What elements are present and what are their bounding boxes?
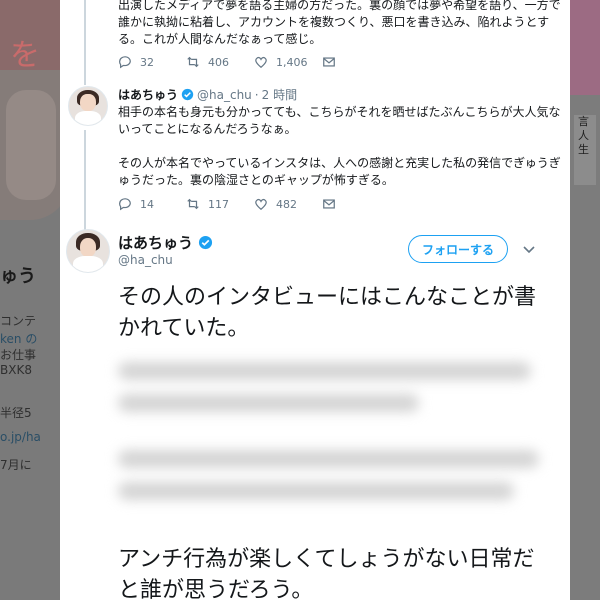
envelope-icon — [322, 55, 336, 69]
thread-tweet-text: 出演したメディアで夢を語る主婦の方だった。裏の顔では夢や希望を語り、一方で誰かに… — [118, 0, 561, 46]
like-button[interactable]: 482 — [254, 197, 322, 211]
chevron-down-icon[interactable] — [521, 241, 537, 257]
retweet-icon — [186, 197, 200, 211]
separator-dot: · — [254, 87, 259, 102]
avatar[interactable] — [68, 86, 108, 126]
verified-badge-icon — [198, 235, 213, 250]
heart-icon — [254, 197, 268, 211]
main-tweet-text-top: その人のインタビューにはこんなことが書かれていた。 — [118, 285, 537, 341]
retweet-icon — [186, 55, 200, 69]
background-ad-card: 言 人 生 — [574, 115, 596, 185]
main-tweet-text-bottom: アンチ行為が楽しくてしょうがない日常だと誰が思うだろう。 — [118, 547, 535, 600]
like-button[interactable]: 1,406 — [254, 55, 322, 69]
reply-icon — [118, 197, 132, 211]
blurred-text-block — [118, 362, 548, 426]
background-joined: 7月に — [0, 458, 32, 472]
retweet-count: 406 — [208, 55, 229, 69]
dm-button[interactable] — [322, 55, 390, 69]
tweet-time[interactable]: 2 時間 — [262, 86, 297, 103]
background-right-column: 言 人 生 — [570, 0, 600, 600]
main-tweet-author[interactable]: はあちゅう — [118, 232, 216, 253]
heart-icon — [254, 55, 268, 69]
thread-tweet-actions: 32 406 1,406 — [118, 55, 390, 69]
background-bio-line: ken の — [0, 332, 38, 346]
reply-tweet-actions: 14 117 482 — [118, 197, 390, 211]
background-website: o.jp/ha — [0, 430, 41, 444]
background-profile-name: ゅう — [0, 266, 36, 287]
tweet-modal: 出演したメディアで夢を語る主婦の方だった。裏の顔では夢や希望を語り、一方で誰かに… — [60, 0, 570, 600]
like-count: 1,406 — [276, 55, 308, 69]
background-bio-line: BXK8 — [0, 363, 32, 377]
reply-button[interactable]: 32 — [118, 55, 186, 69]
background-ad-image — [570, 0, 600, 95]
follow-button[interactable]: フォローする — [408, 235, 508, 263]
background-location: 半径5 — [0, 406, 32, 420]
thread-connector — [84, 130, 86, 232]
reply-tweet-text: 相手の本名も身元も分かってても、こちらがそれを晒せばたぶんこちらが大人気ないって… — [118, 105, 561, 187]
reply-count: 14 — [140, 197, 154, 211]
dm-button[interactable] — [322, 197, 390, 211]
background-bio-line: お仕事 — [0, 348, 37, 362]
reply-tweet-header: はあちゅう @ha_chu · 2 時間 — [118, 86, 297, 103]
reply-icon — [118, 55, 132, 69]
background-ad-text: 生 — [578, 143, 589, 156]
retweet-button[interactable]: 117 — [186, 197, 254, 211]
author-name: はあちゅう — [118, 234, 194, 252]
reply-button[interactable]: 14 — [118, 197, 186, 211]
envelope-icon — [322, 197, 336, 211]
verified-badge-icon — [181, 88, 194, 101]
blurred-text-block — [118, 450, 548, 514]
author-handle[interactable]: @ha_chu — [197, 88, 252, 102]
avatar[interactable] — [66, 229, 110, 273]
retweet-button[interactable]: 406 — [186, 55, 254, 69]
author-handle[interactable]: @ha_chu — [118, 253, 173, 267]
reply-count: 32 — [140, 55, 154, 69]
like-count: 482 — [276, 197, 297, 211]
background-bio-line: コンテ — [0, 314, 37, 328]
thread-connector — [84, 0, 86, 85]
author-name[interactable]: はあちゅう — [118, 86, 178, 103]
background-ad-text: 人 — [578, 129, 589, 142]
background-banner-text: を — [10, 38, 40, 73]
background-ad-text: 言 — [578, 115, 589, 128]
retweet-count: 117 — [208, 197, 229, 211]
